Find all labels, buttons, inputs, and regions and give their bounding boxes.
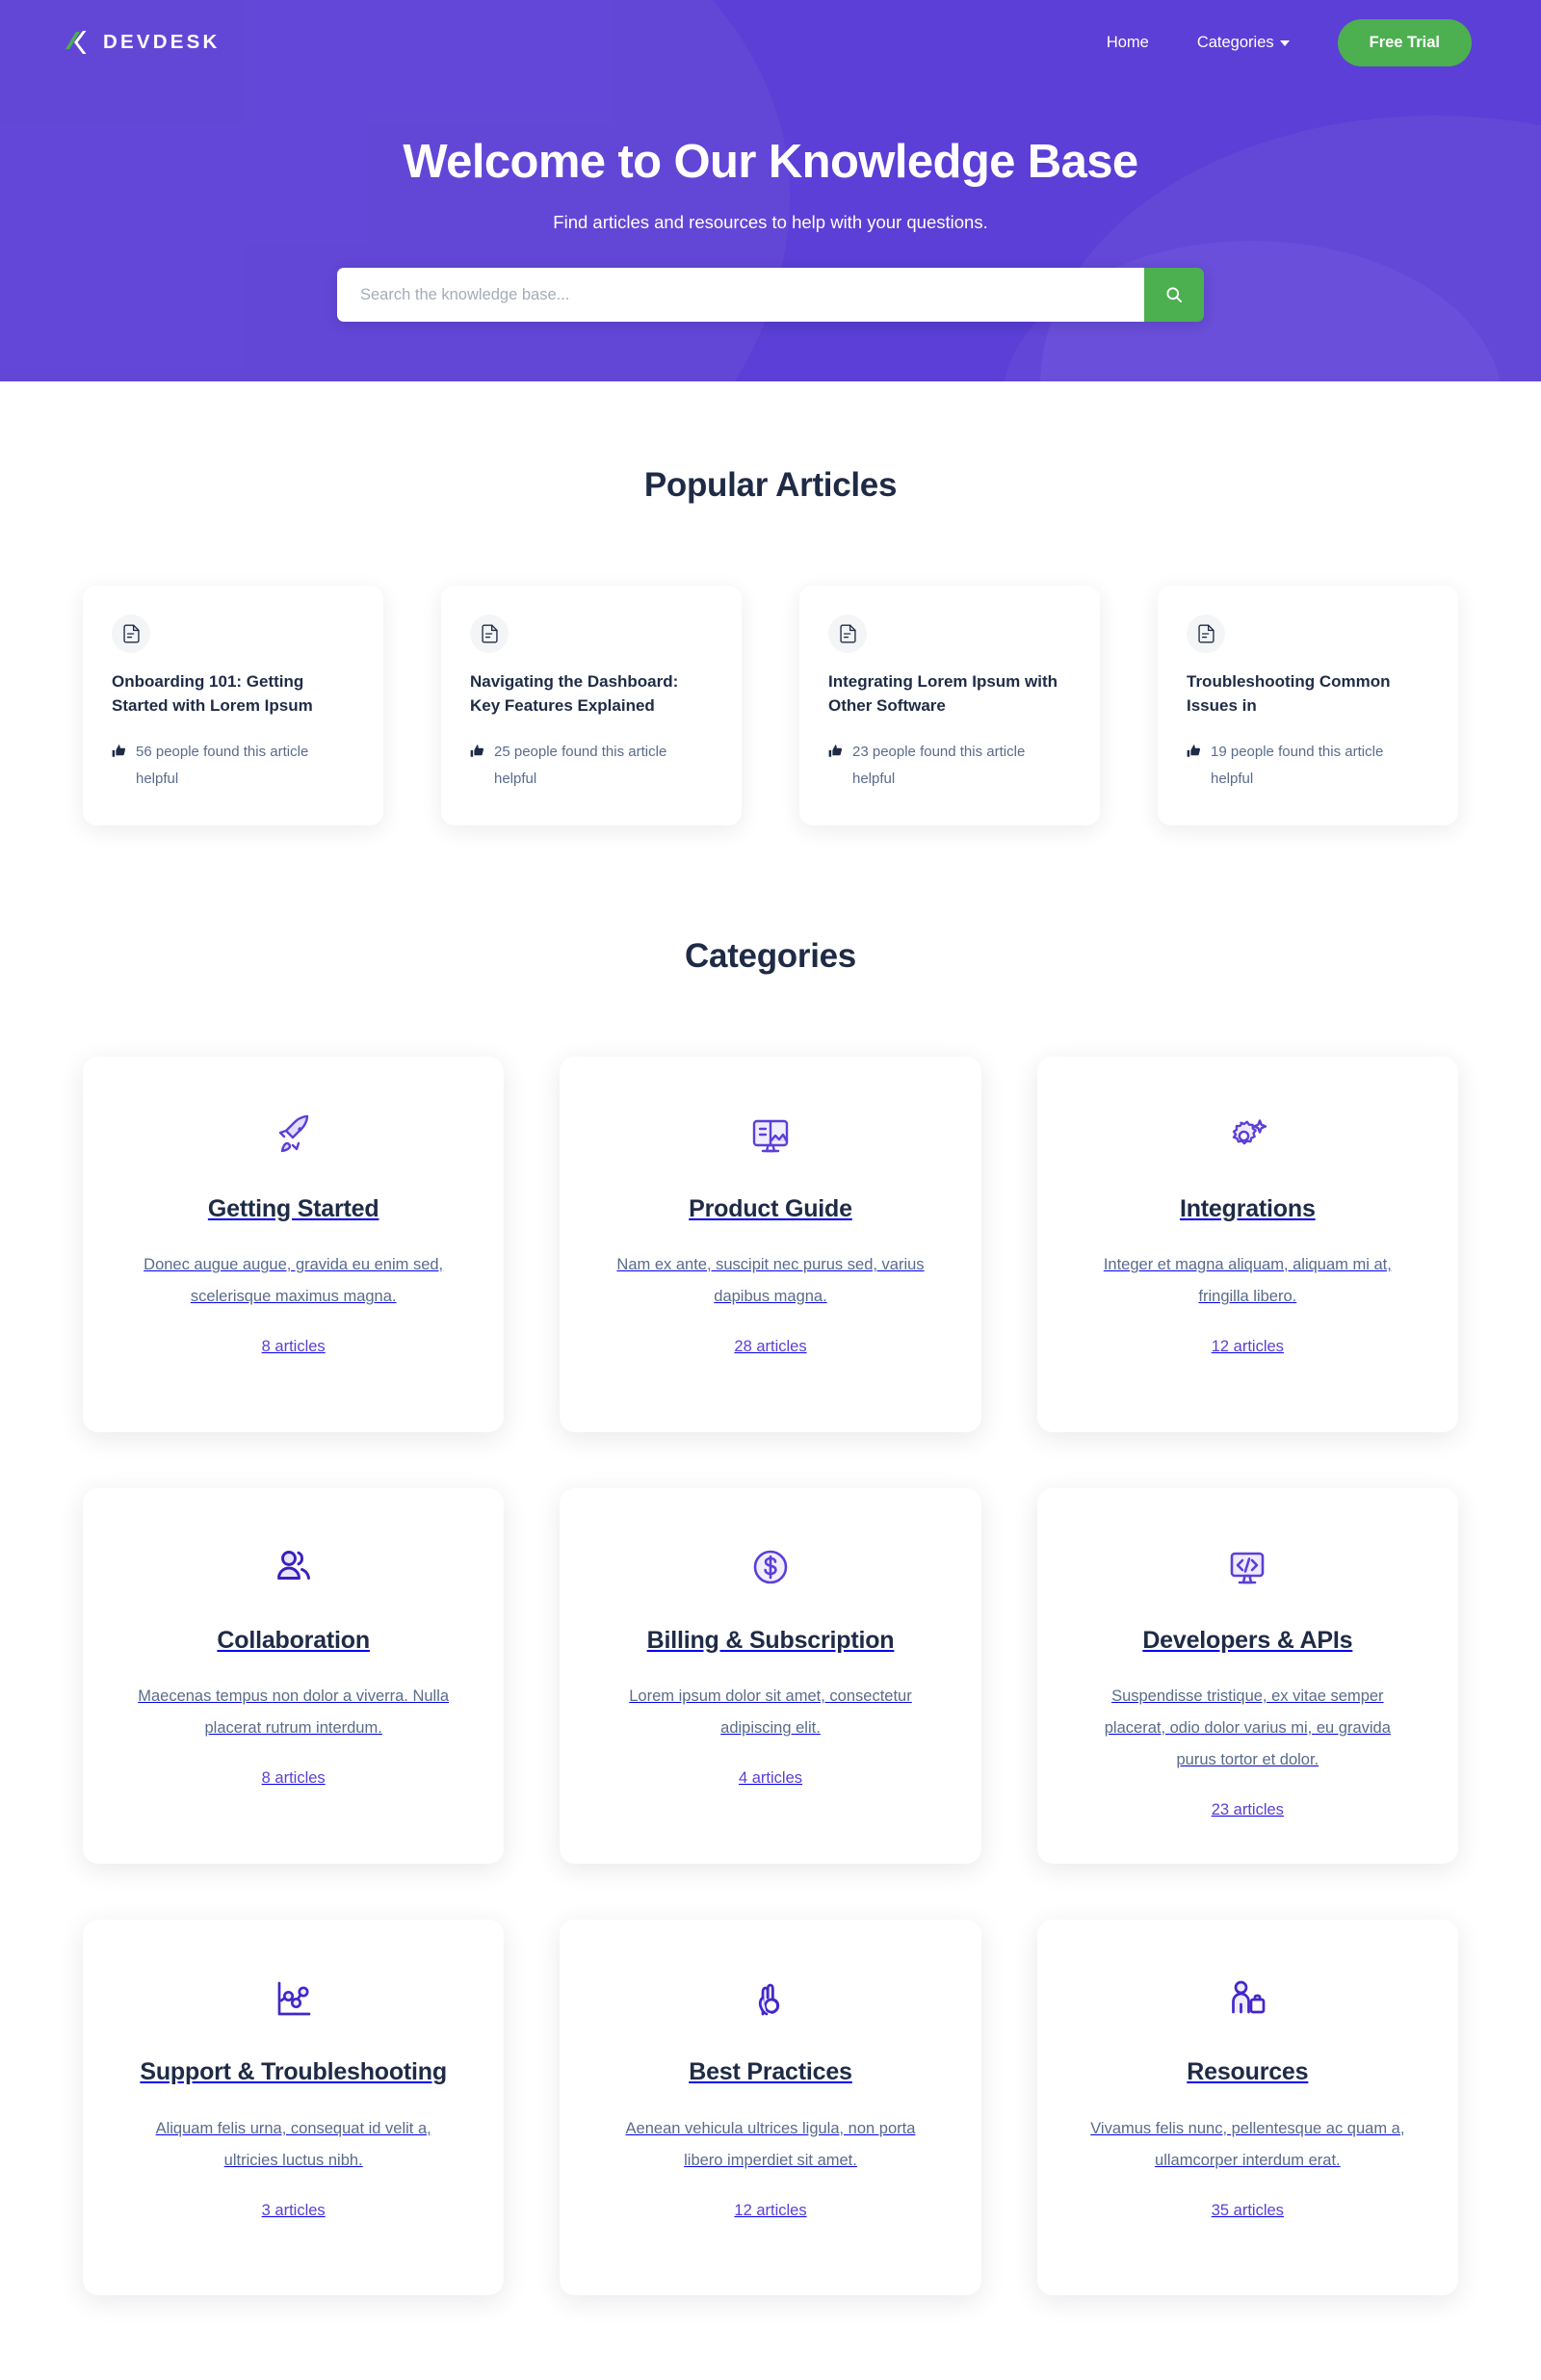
gear-sparkle-icon [1224, 1111, 1270, 1161]
nav-item-categories[interactable]: Categories [1197, 26, 1290, 60]
category-title: Collaboration [217, 1626, 370, 1654]
category-article-count[interactable]: 4 articles [739, 1769, 802, 1788]
article-icon-badge [112, 615, 150, 653]
code-monitor-icon [1224, 1542, 1270, 1592]
category-card-billing-subscription[interactable]: Billing & Subscription Lorem ipsum dolor… [560, 1487, 981, 1865]
article-helpful-text: 56 people found this article helpful [136, 744, 309, 788]
category-description: Integer et magna aliquam, aliquam mi at,… [1103, 1256, 1392, 1306]
category-description: Maecenas tempus non dolor a viverra. Nul… [138, 1687, 450, 1738]
category-title: Integrations [1179, 1194, 1316, 1222]
document-icon [122, 624, 140, 643]
category-article-count[interactable]: 28 articles [734, 1338, 806, 1356]
free-trial-button[interactable]: Free Trial [1337, 18, 1472, 66]
category-title: Resources [1187, 2058, 1309, 2086]
popular-articles-grid: Onboarding 101: Getting Started with Lor… [83, 505, 1458, 825]
article-helpful-text: 25 people found this article helpful [494, 744, 667, 788]
category-card-collaboration[interactable]: Collaboration Maecenas tempus non dolor … [83, 1487, 505, 1865]
thumbs-up-icon [470, 745, 484, 758]
rocket-icon [271, 1111, 317, 1161]
nav-item-categories-label: Categories [1196, 33, 1274, 51]
article-card[interactable]: Navigating the Dashboard: Key Features E… [441, 586, 742, 825]
chevron-down-icon [1279, 40, 1290, 46]
popular-articles-heading: Popular Articles [643, 466, 898, 504]
category-card-integrations[interactable]: Integrations Integer et magna aliquam, a… [1036, 1056, 1458, 1432]
article-icon-badge [828, 615, 867, 653]
article-helpful-meta: 56 people found this article helpful [112, 739, 354, 793]
article-title: Onboarding 101: Getting Started with Lor… [112, 672, 313, 715]
brand-logo-link[interactable]: DEVDESK [64, 28, 221, 57]
monitor-content-icon [747, 1111, 794, 1161]
devdesk-logo-mark-icon [65, 31, 87, 54]
categories-section: Categories Getting Started Donec augue a… [0, 825, 1541, 2380]
category-article-count[interactable]: 35 articles [1212, 2202, 1284, 2220]
search-icon [1166, 287, 1182, 303]
article-helpful-meta: 19 people found this article helpful [1187, 739, 1429, 793]
hero-header: DEVDESK Home Categories Free Trial Welco… [0, 0, 1541, 381]
article-helpful-meta: 25 people found this article helpful [470, 739, 713, 793]
category-description: Donec augue augue, gravida eu enim sed, … [144, 1256, 444, 1306]
article-title: Integrating Lorem Ipsum with Other Softw… [828, 672, 1058, 715]
category-article-count[interactable]: 12 articles [1212, 1338, 1284, 1356]
category-card-product-guide[interactable]: Product Guide Nam ex ante, suscipit nec … [560, 1056, 981, 1432]
search-input[interactable] [337, 268, 1144, 323]
knowledge-base-search-form [337, 268, 1204, 323]
article-icon-badge [470, 615, 509, 653]
brand-name: DEVDESK [103, 31, 221, 53]
category-description: Nam ex ante, suscipit nec purus sed, var… [616, 1256, 925, 1306]
article-card[interactable]: Integrating Lorem Ipsum with Other Softw… [799, 586, 1100, 825]
hero-title: Welcome to Our Knowledge Base [403, 136, 1138, 188]
document-icon [839, 624, 856, 643]
category-description: Aliquam felis urna, consequat id velit a… [155, 2119, 431, 2169]
category-article-count[interactable]: 8 articles [262, 1769, 326, 1788]
category-article-count[interactable]: 23 articles [1212, 1801, 1284, 1819]
categories-heading: Categories [685, 936, 856, 975]
article-card[interactable]: Troubleshooting Common Issues in 19 peop… [1158, 586, 1458, 825]
category-title: Support & Troubleshooting [140, 2058, 447, 2086]
category-title: Product Guide [689, 1194, 852, 1222]
popular-articles-section: Popular Articles Onboarding 101: Getting… [0, 381, 1541, 825]
document-icon [1197, 624, 1215, 643]
nav-links-group: Home Categories Free Trial [1107, 18, 1472, 66]
category-card-best-practices[interactable]: Best Practices Aenean vehicula ultrices … [560, 1920, 981, 2296]
category-card-developers-apis[interactable]: Developers & APIs Suspendisse tristique,… [1036, 1487, 1458, 1865]
category-card-support-troubleshooting[interactable]: Support & Troubleshooting Aliquam felis … [83, 1920, 505, 2296]
category-description: Vivamus felis nunc, pellentesque ac quam… [1090, 2119, 1405, 2169]
ok-hand-icon [747, 1974, 794, 2024]
document-icon [481, 624, 498, 643]
categories-grid: Getting Started Donec augue augue, gravi… [83, 976, 1458, 2296]
search-submit-button[interactable] [1144, 268, 1204, 323]
person-briefcase-icon [1224, 1974, 1270, 2024]
category-title: Best Practices [689, 2058, 852, 2086]
category-description: Aenean vehicula ultrices ligula, non por… [625, 2119, 916, 2169]
hero-subtitle: Find articles and resources to help with… [553, 212, 988, 233]
category-article-count[interactable]: 12 articles [734, 2202, 806, 2220]
category-title: Getting Started [207, 1194, 379, 1222]
nav-item-home[interactable]: Home [1107, 26, 1149, 60]
category-title: Developers & APIs [1142, 1626, 1353, 1654]
users-icon [271, 1542, 317, 1592]
article-icon-badge [1187, 615, 1225, 653]
article-card[interactable]: Onboarding 101: Getting Started with Lor… [83, 586, 383, 825]
category-title: Billing & Subscription [646, 1626, 895, 1654]
article-helpful-text: 19 people found this article helpful [1211, 744, 1384, 788]
article-title: Troubleshooting Common Issues in [1187, 672, 1391, 715]
category-card-resources[interactable]: Resources Vivamus felis nunc, pellentesq… [1036, 1920, 1458, 2296]
category-article-count[interactable]: 8 articles [262, 1338, 326, 1356]
thumbs-up-icon [828, 745, 843, 758]
category-description: Suspendisse tristique, ex vitae semper p… [1104, 1687, 1391, 1769]
hero-body: Welcome to Our Knowledge Base Find artic… [0, 85, 1541, 323]
top-navigation-bar: DEVDESK Home Categories Free Trial [0, 0, 1541, 85]
category-card-getting-started[interactable]: Getting Started Donec augue augue, gravi… [83, 1056, 505, 1432]
thumbs-up-icon [1187, 745, 1201, 758]
article-helpful-meta: 23 people found this article helpful [828, 739, 1071, 793]
category-description: Lorem ipsum dolor sit amet, consectetur … [629, 1687, 912, 1738]
chart-nodes-icon [271, 1974, 317, 2024]
article-title: Navigating the Dashboard: Key Features E… [470, 672, 679, 715]
thumbs-up-icon [112, 745, 126, 758]
dollar-circle-icon [747, 1542, 794, 1592]
article-helpful-text: 23 people found this article helpful [852, 744, 1026, 788]
category-article-count[interactable]: 3 articles [262, 2202, 326, 2220]
